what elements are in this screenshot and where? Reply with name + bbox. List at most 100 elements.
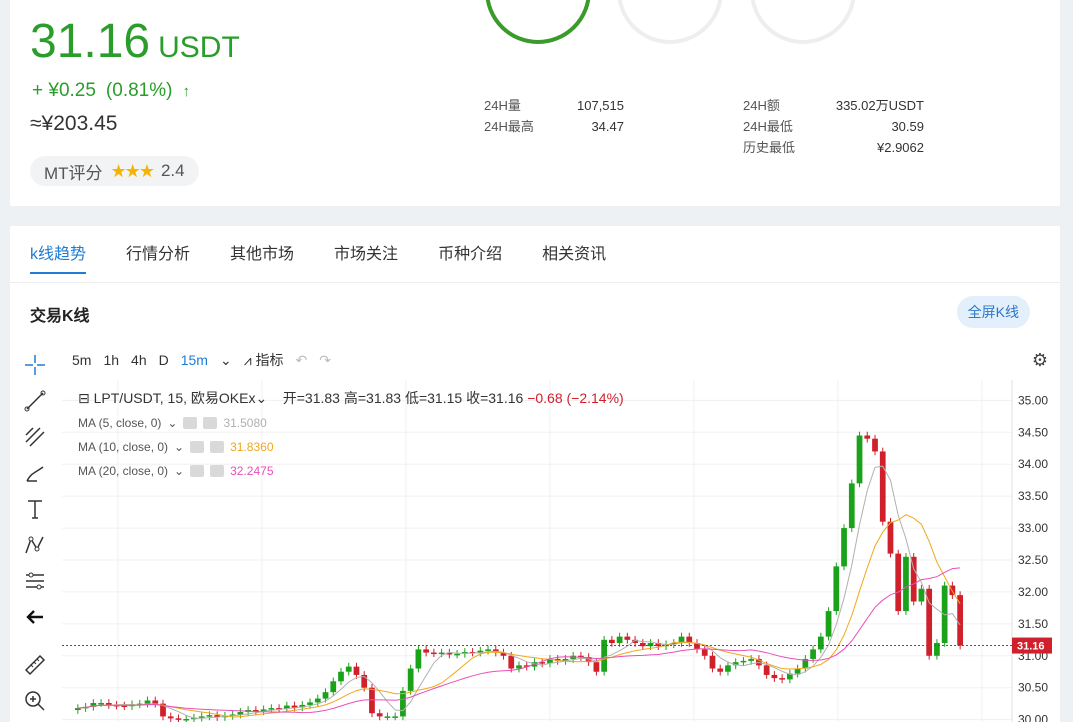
candle <box>593 662 600 672</box>
candle <box>438 652 445 655</box>
gear-icon[interactable]: ⚙ <box>1032 350 1048 371</box>
stats-right: 24H额 335.02万USDT 24H最低 30.59 历史最低 ¥2.9062 <box>743 98 924 155</box>
divider <box>10 282 1060 283</box>
tab-kline[interactable]: k线趋势 <box>30 240 87 274</box>
star-rating-icon: ★★★ <box>110 160 155 181</box>
ruler-icon[interactable] <box>22 652 48 678</box>
candle <box>810 649 816 659</box>
candle <box>887 521 894 554</box>
tab-market-attention[interactable]: 市场关注 <box>334 240 398 274</box>
y-tick-label: 33.00 <box>1018 521 1048 535</box>
redo-icon[interactable]: ↷ <box>319 352 331 369</box>
candle <box>338 671 344 682</box>
interval-5m[interactable]: 5m <box>72 352 91 368</box>
candle <box>144 700 151 704</box>
text-tool-icon[interactable] <box>22 496 48 522</box>
candle <box>314 698 321 703</box>
y-tick-label: 30.50 <box>1018 681 1048 695</box>
ma5-legend[interactable]: MA (5, close, 0) ⌄ 31.5080 <box>78 416 267 430</box>
tab-other-markets[interactable]: 其他市场 <box>230 240 294 274</box>
drawing-toolbar <box>10 340 62 722</box>
y-tick-label: 31.50 <box>1018 617 1048 631</box>
ma20-legend[interactable]: MA (20, close, 0) ⌄ 32.2475 <box>78 464 274 478</box>
candle <box>423 649 429 653</box>
candle <box>183 718 190 721</box>
interval-4h[interactable]: 4h <box>131 352 147 368</box>
fullscreen-kline-button[interactable]: 全屏K线 <box>956 296 1030 328</box>
candle <box>345 666 352 672</box>
y-tick-label: 34.50 <box>1018 425 1048 439</box>
trend-line-icon[interactable] <box>22 388 48 414</box>
candle <box>392 716 399 718</box>
chevron-down-icon: ⌄ <box>167 416 178 430</box>
y-tick-label: 34.00 <box>1018 457 1048 471</box>
chart-toolbar: 5m 1h 4h D 15m ⌄ ⩘ 指标 ↶ ↷ <box>72 350 331 370</box>
candle <box>98 703 104 705</box>
candle <box>616 636 623 643</box>
gauge-ring-2 <box>617 0 723 44</box>
candle <box>167 716 174 719</box>
candle <box>369 687 375 714</box>
candle <box>771 674 778 679</box>
candle <box>725 665 731 672</box>
candle <box>152 700 159 704</box>
candle <box>384 716 391 718</box>
crosshair-icon[interactable] <box>22 352 48 378</box>
gauge-ring-1 <box>485 0 591 44</box>
candle <box>400 690 406 717</box>
candle <box>307 702 313 705</box>
chevron-down-icon[interactable]: ⌄ <box>220 352 232 369</box>
candle <box>872 438 878 452</box>
candle <box>856 435 863 484</box>
candle <box>268 708 275 710</box>
chevron-down-icon: ⌄ <box>174 440 185 454</box>
candle <box>895 553 902 612</box>
undo-icon[interactable]: ↶ <box>296 352 308 369</box>
ticker-summary-card: 31.16 USDT + ¥0.25 (0.81%) ↑ ≈¥203.45 MT评分 ★… <box>10 0 1060 206</box>
last-price-label: 31.16 <box>1017 641 1045 653</box>
candle <box>431 652 437 655</box>
close-icon <box>203 417 218 429</box>
brush-icon[interactable] <box>22 460 48 486</box>
eye-icon <box>183 417 198 429</box>
candle <box>353 666 360 675</box>
candle <box>206 715 213 717</box>
interval-15m[interactable]: 15m <box>181 352 208 368</box>
candle <box>454 653 460 656</box>
candle <box>903 556 909 612</box>
candle <box>330 681 337 693</box>
y-tick-label: 30.00 <box>1018 713 1048 722</box>
candle <box>701 649 708 656</box>
tab-news[interactable]: 相关资讯 <box>542 240 606 274</box>
zoom-in-icon[interactable] <box>22 688 48 714</box>
fib-tool-icon[interactable] <box>22 424 48 450</box>
pattern-icon[interactable] <box>22 532 48 558</box>
ma10-legend[interactable]: MA (10, close, 0) ⌄ 31.8360 <box>78 440 274 454</box>
tab-coin-intro[interactable]: 币种介绍 <box>438 240 502 274</box>
back-arrow-icon[interactable] <box>22 604 48 630</box>
candle <box>910 556 917 602</box>
candle <box>376 713 383 717</box>
y-tick-label: 32.50 <box>1018 553 1048 567</box>
candle <box>825 611 832 637</box>
indicator-icon: ⩘ <box>243 352 252 368</box>
candle <box>740 660 747 663</box>
y-tick-label: 32.00 <box>1018 585 1048 599</box>
candle <box>934 643 940 656</box>
tab-analysis[interactable]: 行情分析 <box>126 240 190 274</box>
candle <box>833 566 840 612</box>
indicator-button[interactable]: ⩘ 指标 <box>244 350 284 370</box>
candle <box>848 483 855 529</box>
close-icon <box>210 465 225 477</box>
candle <box>407 668 414 691</box>
ma20-line <box>77 567 961 714</box>
candle <box>609 639 615 643</box>
interval-d[interactable]: D <box>159 352 169 368</box>
prediction-icon[interactable] <box>22 568 48 594</box>
stats-left: 24H量 107,515 24H最高 34.47 <box>484 98 624 134</box>
mt-rating[interactable]: MT评分 ★★★ 2.4 <box>30 156 199 186</box>
candlestick-chart[interactable]: 35.00 34.50 34.00 33.50 33.00 32.50 32.00 31.50… <box>62 380 1060 722</box>
candle <box>601 639 607 672</box>
interval-1h[interactable]: 1h <box>103 352 119 368</box>
y-tick-label: 33.50 <box>1018 489 1048 503</box>
